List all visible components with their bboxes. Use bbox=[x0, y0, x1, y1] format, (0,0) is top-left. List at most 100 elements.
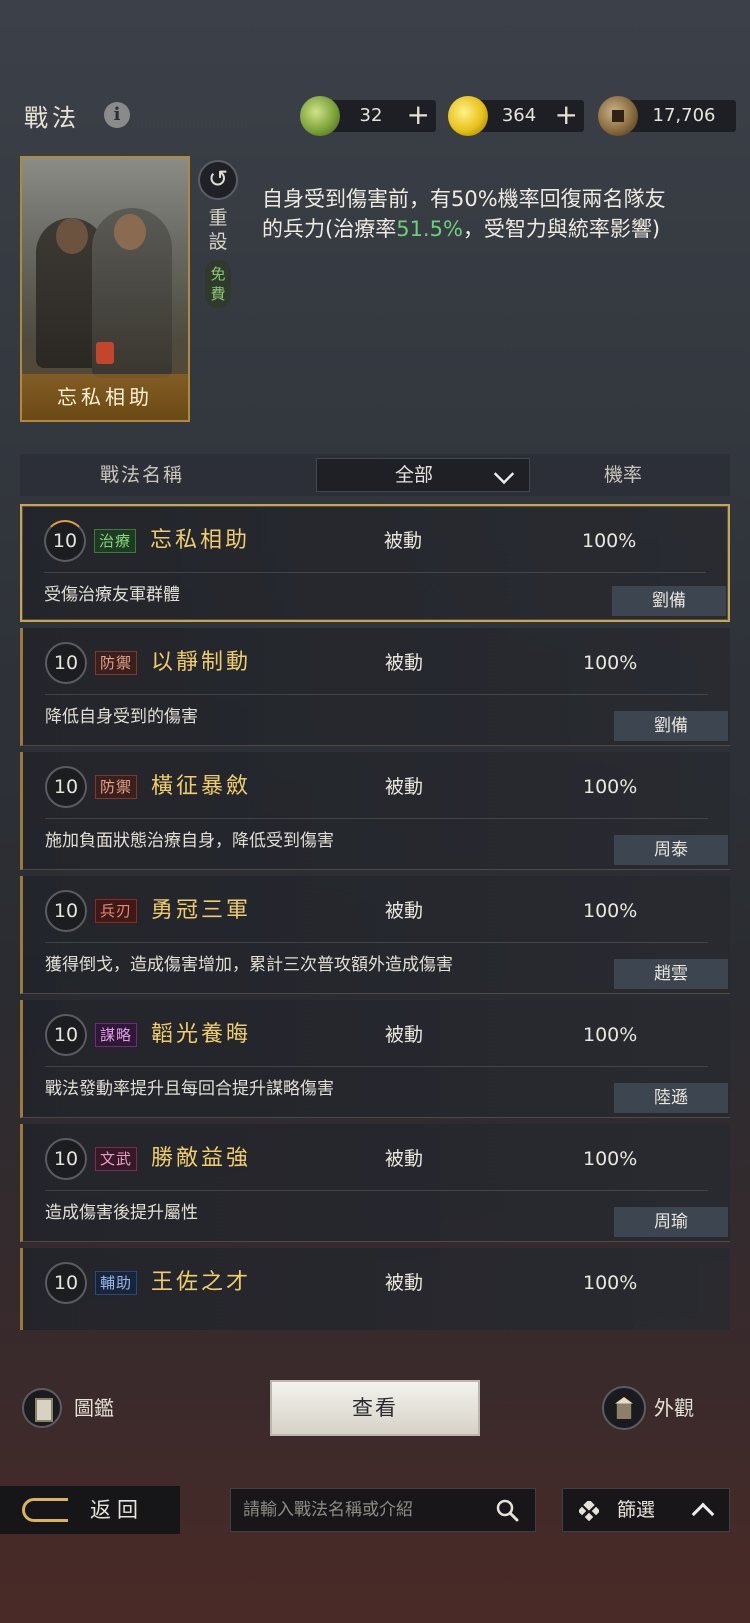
skill-rate: 100% bbox=[583, 1272, 638, 1294]
skill-type: 被動 bbox=[385, 1024, 424, 1046]
reset-control[interactable]: ↺ 重設 免費 bbox=[198, 160, 238, 326]
back-arrow-icon bbox=[22, 1498, 68, 1522]
row-divider bbox=[45, 1190, 708, 1191]
category-filter-dropdown[interactable]: 全部 bbox=[316, 458, 530, 492]
skill-level: 10 bbox=[45, 1014, 87, 1056]
gold-coin-icon bbox=[448, 96, 488, 136]
copper-coin-icon bbox=[598, 96, 638, 136]
skill-tag: 防禦 bbox=[95, 775, 138, 799]
chevron-down-icon bbox=[493, 463, 515, 485]
reset-icon[interactable]: ↺ bbox=[198, 160, 238, 200]
skill-owner: 陸遜 bbox=[614, 1083, 728, 1113]
skill-owner: 劉備 bbox=[612, 586, 726, 616]
row-divider bbox=[45, 694, 708, 695]
skill-owner: 周泰 bbox=[614, 835, 728, 865]
free-badge: 免費 bbox=[205, 260, 231, 308]
skill-level: 10 bbox=[45, 1262, 87, 1304]
row-divider bbox=[45, 818, 708, 819]
skill-type: 被動 bbox=[384, 530, 423, 552]
info-icon[interactable]: i bbox=[104, 102, 130, 128]
column-skill-name: 戰法名稱 bbox=[100, 464, 185, 486]
filter-label: 篩選 bbox=[617, 1499, 656, 1521]
filter-button[interactable]: 篩選 bbox=[562, 1488, 730, 1532]
skill-name: 勇冠三軍 bbox=[151, 898, 252, 923]
skill-name: 王佐之才 bbox=[151, 1270, 252, 1295]
skill-row[interactable]: 10 輔助 王佐之才 被動 100% bbox=[20, 1248, 730, 1330]
skill-name: 橫征暴斂 bbox=[151, 774, 252, 799]
skill-row[interactable]: 10 治療 忘私相助 被動 100% 受傷治療友軍群體 劉備 bbox=[20, 504, 730, 622]
skill-level: 10 bbox=[45, 890, 87, 932]
header-bar: 戰法 i 32 + 364 + 17,706 bbox=[0, 88, 750, 144]
skill-rate: 100% bbox=[583, 1148, 638, 1170]
skill-tag: 輔助 bbox=[95, 1271, 138, 1295]
action-bar: 圖鑑 查看 外觀 bbox=[0, 1376, 750, 1446]
back-label: 返回 bbox=[90, 1498, 144, 1522]
filter-value: 全部 bbox=[395, 464, 434, 486]
skill-owner: 劉備 bbox=[614, 711, 728, 741]
skill-name: 韜光養晦 bbox=[151, 1022, 252, 1047]
heal-rate-highlight: 51.5% bbox=[396, 217, 463, 241]
row-divider bbox=[44, 572, 706, 573]
skill-level: 10 bbox=[44, 520, 86, 562]
row-divider bbox=[45, 1066, 708, 1067]
skill-rate: 100% bbox=[583, 776, 638, 798]
copper-count: 17,706 bbox=[652, 105, 716, 126]
page-title: 戰法 bbox=[24, 104, 80, 132]
view-button[interactable]: 查看 bbox=[270, 1380, 480, 1436]
skill-owner: 趙雲 bbox=[614, 959, 728, 989]
skill-tag: 謀略 bbox=[95, 1023, 138, 1047]
selected-skill-panel: 忘私相助 ↺ 重設 免費 自身受到傷害前，有50%機率回復兩名隊友的兵力(治療率… bbox=[20, 152, 730, 422]
skill-name: 以靜制動 bbox=[151, 650, 252, 675]
back-button[interactable]: 返回 bbox=[0, 1486, 180, 1534]
search-icon[interactable] bbox=[495, 1498, 519, 1522]
column-rate: 機率 bbox=[604, 464, 643, 486]
skill-summary: 獲得倒戈，造成傷害增加，累計三次普攻額外造成傷害 bbox=[45, 955, 453, 975]
skill-type: 被動 bbox=[385, 652, 424, 674]
skill-type: 被動 bbox=[385, 1148, 424, 1170]
skill-summary: 施加負面狀態治療自身，降低受到傷害 bbox=[45, 831, 334, 851]
jade-coin-icon bbox=[300, 96, 340, 136]
skill-tag: 兵刃 bbox=[95, 899, 138, 923]
skill-name: 忘私相助 bbox=[150, 528, 251, 553]
copper-resource: 17,706 bbox=[598, 96, 736, 136]
skill-card[interactable]: 忘私相助 bbox=[20, 156, 190, 422]
search-input[interactable] bbox=[243, 1489, 483, 1531]
card-rank-mark bbox=[96, 342, 114, 364]
skill-list[interactable]: 10 治療 忘私相助 被動 100% 受傷治療友軍群體 劉備 10 防禦 以靜制… bbox=[20, 504, 730, 1330]
gold-resource: 364 + bbox=[448, 96, 584, 136]
encyclopedia-button[interactable]: 圖鑑 bbox=[74, 1388, 114, 1428]
skill-level: 10 bbox=[45, 1138, 87, 1180]
gold-plus-button[interactable]: + bbox=[555, 100, 578, 130]
skill-summary: 造成傷害後提升屬性 bbox=[45, 1203, 198, 1223]
search-box[interactable] bbox=[230, 1488, 536, 1532]
skill-name: 勝敵益強 bbox=[151, 1146, 252, 1171]
skill-row[interactable]: 10 謀略 韜光養晦 被動 100% 戰法發動率提升且每回合提升謀略傷害 陸遜 bbox=[20, 1000, 730, 1118]
filter-icon bbox=[579, 1501, 599, 1521]
card-art-head bbox=[56, 218, 88, 254]
encyclopedia-icon[interactable] bbox=[22, 1388, 62, 1428]
row-divider bbox=[45, 942, 708, 943]
skill-tag: 治療 bbox=[94, 529, 137, 553]
skill-type: 被動 bbox=[385, 776, 424, 798]
skill-row[interactable]: 10 兵刃 勇冠三軍 被動 100% 獲得倒戈，造成傷害增加，累計三次普攻額外造… bbox=[20, 876, 730, 994]
appearance-button[interactable]: 外觀 bbox=[654, 1388, 694, 1428]
skill-row[interactable]: 10 防禦 橫征暴斂 被動 100% 施加負面狀態治療自身，降低受到傷害 周泰 bbox=[20, 752, 730, 870]
jade-resource: 32 + bbox=[300, 96, 436, 136]
table-header: 戰法名稱 全部 機率 bbox=[20, 454, 730, 496]
skill-tag: 文武 bbox=[95, 1147, 138, 1171]
skill-type: 被動 bbox=[385, 1272, 424, 1294]
skill-rate: 100% bbox=[583, 900, 638, 922]
skill-level: 10 bbox=[45, 766, 87, 808]
skill-row[interactable]: 10 文武 勝敵益強 被動 100% 造成傷害後提升屬性 周瑜 bbox=[20, 1124, 730, 1242]
skill-row[interactable]: 10 防禦 以靜制動 被動 100% 降低自身受到的傷害 劉備 bbox=[20, 628, 730, 746]
jade-count: 32 bbox=[359, 105, 383, 126]
skill-rate: 100% bbox=[583, 652, 638, 674]
skill-tag: 防禦 bbox=[95, 651, 138, 675]
skill-rate: 100% bbox=[582, 530, 637, 552]
skill-summary: 降低自身受到的傷害 bbox=[45, 707, 198, 727]
jade-plus-button[interactable]: + bbox=[407, 100, 430, 130]
skill-description: 自身受到傷害前，有50%機率回復兩名隊友的兵力(治療率51.5%，受智力與統率影… bbox=[262, 184, 682, 244]
reset-label[interactable]: 重設 bbox=[208, 206, 228, 254]
gold-count: 364 bbox=[501, 105, 537, 126]
appearance-icon[interactable] bbox=[602, 1386, 646, 1430]
